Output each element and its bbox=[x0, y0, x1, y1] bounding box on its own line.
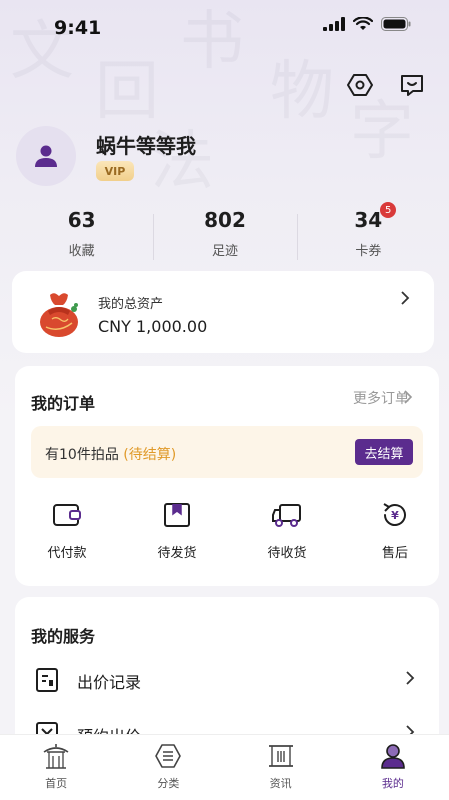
status-time: 9:41 bbox=[54, 17, 102, 39]
my-orders-card: 我的订单 更多订单 有10件拍品 (待结算) 去结算 代付款 待发货 待收货 ¥… bbox=[15, 366, 439, 586]
profile-icon bbox=[381, 744, 405, 769]
truck-icon bbox=[272, 504, 301, 527]
package-icon bbox=[164, 503, 190, 527]
after-sale-icon: ¥ bbox=[383, 503, 406, 526]
chevron-right-icon bbox=[401, 291, 410, 305]
nav-label: 我的 bbox=[381, 777, 404, 790]
nav-news[interactable]: 资讯 bbox=[225, 735, 337, 800]
home-pavilion-icon bbox=[43, 744, 69, 769]
stat-value: 802 bbox=[204, 208, 246, 232]
order-action-label: 售后 bbox=[381, 546, 408, 561]
more-orders-link[interactable]: 更多订单 bbox=[353, 388, 409, 408]
money-bag-icon bbox=[40, 293, 78, 337]
avatar[interactable] bbox=[16, 126, 76, 186]
stats-row: 63 收藏 802 足迹 34 5 卡券 bbox=[10, 202, 440, 266]
coupon-count: 34 bbox=[354, 208, 383, 232]
order-to-ship[interactable]: 待发货 bbox=[137, 498, 217, 561]
more-orders-label: 更多订单 bbox=[353, 391, 409, 407]
total-assets-value: CNY 1,000.00 bbox=[98, 317, 208, 336]
stat-favorites[interactable]: 63 收藏 bbox=[10, 208, 153, 266]
wifi-icon bbox=[353, 17, 373, 30]
service-label: 出价记录 bbox=[77, 673, 142, 692]
order-to-receive[interactable]: 待收货 bbox=[247, 498, 327, 561]
battery-icon bbox=[381, 17, 411, 31]
pending-settlement-bar: 有10件拍品 (待结算) 去结算 bbox=[31, 426, 423, 478]
orders-title: 我的订单 bbox=[31, 394, 96, 413]
bid-record-icon bbox=[36, 668, 58, 692]
chevron-right-icon bbox=[406, 671, 415, 685]
settings-hexagon-icon bbox=[347, 74, 373, 96]
username: 蜗牛等等我 bbox=[96, 134, 196, 158]
stat-coupons[interactable]: 34 5 卡券 bbox=[296, 202, 440, 266]
service-bid-records[interactable]: 出价记录 bbox=[15, 661, 439, 701]
wallet-icon bbox=[53, 504, 81, 526]
stat-value: 34 5 bbox=[354, 202, 397, 232]
order-after-sale[interactable]: ¥ 售后 bbox=[355, 498, 435, 561]
nav-label: 资讯 bbox=[269, 777, 292, 790]
status-bar: 9:41 bbox=[0, 0, 449, 56]
news-icon bbox=[268, 745, 293, 767]
nav-label: 分类 bbox=[157, 777, 180, 790]
nav-category[interactable]: 分类 bbox=[112, 735, 224, 800]
svg-text:¥: ¥ bbox=[391, 509, 399, 522]
coupon-badge: 5 bbox=[380, 202, 397, 218]
category-icon bbox=[155, 744, 182, 768]
pending-prefix: 有10件拍品 bbox=[45, 447, 119, 463]
pending-text: 有10件拍品 (待结算) bbox=[45, 444, 176, 464]
stat-label: 收藏 bbox=[68, 244, 95, 259]
nav-label: 首页 bbox=[45, 777, 68, 790]
pending-status: (待结算) bbox=[123, 447, 177, 463]
stat-value: 63 bbox=[67, 208, 96, 232]
total-assets-card[interactable]: 我的总资产 CNY 1,000.00 bbox=[12, 271, 434, 353]
message-icon bbox=[401, 75, 423, 96]
nav-profile[interactable]: 我的 bbox=[337, 735, 449, 800]
signal-icon bbox=[323, 17, 345, 31]
bottom-nav: 首页 分类 资讯 我的 bbox=[0, 734, 449, 800]
total-assets-label: 我的总资产 bbox=[98, 297, 164, 312]
messages-button[interactable] bbox=[397, 70, 427, 100]
order-action-label: 代付款 bbox=[47, 546, 87, 561]
nav-home[interactable]: 首页 bbox=[0, 735, 112, 800]
vip-badge: VIP bbox=[96, 161, 134, 181]
order-action-label: 待发货 bbox=[157, 546, 197, 561]
checkout-button[interactable]: 去结算 bbox=[355, 439, 413, 465]
order-pending-payment[interactable]: 代付款 bbox=[27, 498, 107, 561]
user-icon bbox=[35, 145, 57, 167]
settings-button[interactable] bbox=[345, 70, 375, 100]
order-action-label: 待收货 bbox=[267, 546, 307, 561]
stat-label: 足迹 bbox=[211, 244, 238, 259]
chevron-right-icon bbox=[404, 390, 413, 404]
services-title: 我的服务 bbox=[31, 627, 96, 646]
stat-footprints[interactable]: 802 足迹 bbox=[153, 208, 296, 266]
stat-label: 卡券 bbox=[355, 244, 382, 259]
